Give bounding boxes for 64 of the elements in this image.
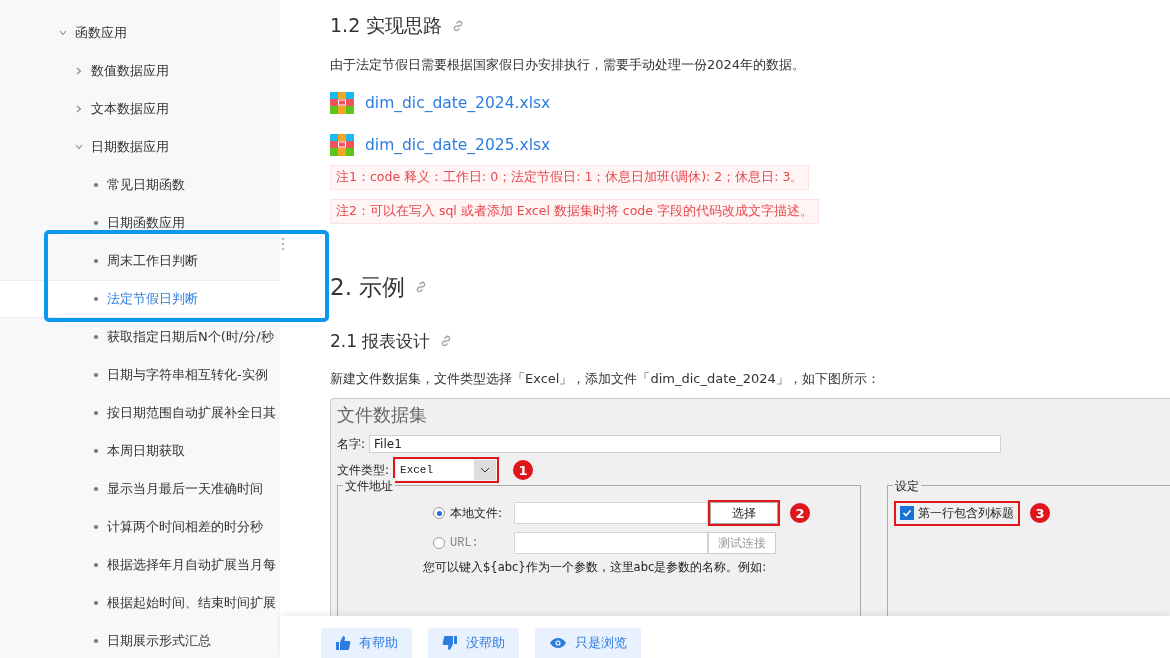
radio-button[interactable]: [433, 507, 445, 519]
file-link[interactable]: dim_dic_date_2025.xlsx: [365, 136, 551, 154]
thumbs-down-icon: [442, 635, 458, 651]
radio-label: URL:: [450, 536, 480, 550]
field-label: 文件类型:: [337, 461, 390, 479]
nav-item[interactable]: 日期与字符串相互转化-实例: [0, 356, 280, 394]
name-field[interactable]: File1: [369, 435, 1002, 453]
nav-item[interactable]: 法定节假日判断: [0, 280, 280, 318]
nav-item[interactable]: 日期数据应用: [0, 128, 280, 166]
nav-item[interactable]: 日期函数应用: [0, 204, 280, 242]
dialog-title: 文件数据集: [337, 403, 428, 427]
step-number: 3: [1030, 503, 1050, 523]
section-heading: 2.1 报表设计: [330, 329, 431, 353]
checkmark-icon: [902, 508, 912, 518]
note: 注2：可以在写入 sql 或者添加 Excel 数据集时将 code 字段的代码改成文字描述。: [330, 199, 819, 224]
chevron-icon: [76, 105, 82, 113]
checkbox-label: 第一行包含列标题: [918, 504, 1014, 522]
link-icon[interactable]: [415, 281, 428, 293]
file-type-dropdown[interactable]: Excel: [396, 460, 497, 480]
field-label: 名字:: [337, 435, 366, 453]
nav-item[interactable]: 文本数据应用: [0, 90, 280, 128]
nav-item[interactable]: 计算两个时间相差的时分秒: [0, 508, 280, 546]
chevron-icon: [75, 144, 83, 150]
path-field[interactable]: [514, 502, 708, 524]
nav-item[interactable]: 数值数据应用: [0, 52, 280, 90]
section-heading: 1.2 实现思路: [330, 13, 443, 38]
link-icon[interactable]: [440, 335, 453, 347]
archive-icon: [330, 134, 354, 156]
feedback-button[interactable]: 没帮助: [428, 628, 519, 658]
nav-item[interactable]: 获取指定日期后N个(时/分/秒: [0, 318, 280, 356]
feedback-button[interactable]: 只是浏览: [535, 628, 641, 658]
nav-item[interactable]: 常见日期函数: [0, 166, 280, 204]
paragraph: 由于法定节假日需要根据国家假日办安排执行，需要手动处理一份2024年的数据。: [330, 56, 807, 74]
step-number: 2: [790, 503, 810, 523]
path-field[interactable]: [514, 532, 708, 554]
archive-icon: [330, 92, 354, 114]
group-title: 文件地址: [343, 478, 395, 495]
section-heading: 2. 示例: [330, 272, 406, 302]
paragraph: 新建文件数据集，文件类型选择「Excel」，添加文件「dim_dic_date_2024」，如下图所示：: [330, 370, 881, 388]
nav-item[interactable]: 本周日期获取: [0, 432, 280, 470]
nav-item[interactable]: 函数应用: [0, 14, 280, 52]
link-icon[interactable]: [452, 20, 465, 32]
resize-handle-icon[interactable]: [281, 237, 285, 251]
nav-item[interactable]: 显示当月最后一天准确时间: [0, 470, 280, 508]
chevron-down-icon: [480, 467, 491, 473]
radio-label: 本地文件:: [450, 504, 504, 522]
nav-item[interactable]: 日期展示形式汇总: [0, 622, 280, 658]
step-number: 1: [513, 460, 534, 480]
radio-button[interactable]: [433, 537, 445, 549]
nav-item[interactable]: 周末工作日判断: [0, 242, 280, 280]
note: 注1：code 释义：工作日: 0；法定节假日: 1；休息日加班(调休): 2；休息日: 3。: [330, 165, 810, 190]
hint-text: 您可以键入${abc}作为一个参数，这里abc是参数的名称。例如:: [422, 560, 768, 575]
chevron-icon: [59, 30, 67, 36]
nav-item[interactable]: 根据选择年月自动扩展当月每: [0, 546, 280, 584]
feedback-button[interactable]: 有帮助: [321, 628, 412, 658]
thumbs-up-icon: [335, 635, 351, 651]
nav-item[interactable]: 根据起始时间、结束时间扩展: [0, 584, 280, 622]
choose-button[interactable]: 选择: [710, 502, 778, 524]
eye-icon: [549, 637, 567, 649]
chevron-icon: [76, 67, 82, 75]
nav-item[interactable]: 按日期范围自动扩展补全日其: [0, 394, 280, 432]
checkbox[interactable]: [900, 506, 914, 520]
group-title: 设定: [893, 478, 921, 495]
file-link[interactable]: dim_dic_date_2024.xlsx: [365, 94, 551, 112]
